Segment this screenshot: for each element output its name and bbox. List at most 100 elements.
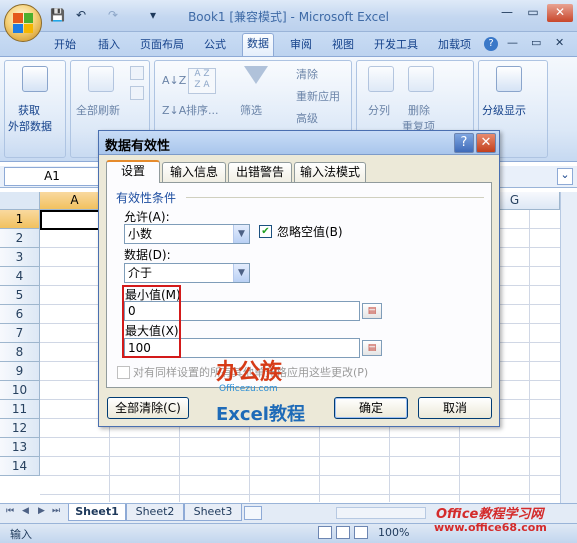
properties-icon[interactable]	[130, 86, 144, 100]
horizontal-scrollbar[interactable]	[336, 507, 426, 519]
filter-icon	[244, 66, 268, 84]
vertical-scrollbar[interactable]	[560, 192, 577, 503]
refresh-icon	[88, 66, 114, 92]
dialog-title: 数据有效性	[105, 139, 171, 154]
clear-button[interactable]: 清除	[296, 66, 318, 82]
sheet-tab-sheet1[interactable]: Sheet1	[68, 504, 126, 521]
tab-add-ins[interactable]: 加载项	[434, 37, 475, 55]
row-header[interactable]: 6	[0, 305, 40, 324]
last-sheet-icon[interactable]: ⏭	[52, 506, 60, 516]
ignore-blank-checkbox[interactable]: ✔	[259, 225, 272, 238]
tab-review[interactable]: 审阅	[286, 37, 316, 55]
advanced-button[interactable]: 高级	[296, 110, 318, 126]
watermark-site-url: www.office68.com	[434, 521, 547, 534]
office-button[interactable]	[4, 4, 42, 42]
clear-all-button[interactable]: 全部清除(C)	[107, 397, 189, 419]
row-header[interactable]: 7	[0, 324, 40, 343]
row-header[interactable]: 12	[0, 419, 40, 438]
select-all-corner[interactable]	[0, 192, 40, 210]
data-select-value: 介于	[128, 266, 153, 280]
reapply-button[interactable]: 重新应用	[296, 88, 340, 104]
zoom-level[interactable]: 100%	[378, 526, 409, 539]
window-title: Book1 [兼容模式] - Microsoft Excel	[188, 10, 389, 24]
row-header[interactable]: 3	[0, 248, 40, 267]
name-box[interactable]: A1	[4, 167, 100, 186]
row-header[interactable]: 2	[0, 229, 40, 248]
expand-formula-bar-icon[interactable]: ⌄	[557, 168, 573, 185]
dialog-help-button[interactable]: ?	[454, 133, 474, 153]
cancel-button[interactable]: 取消	[418, 397, 492, 419]
allow-select-value: 小数	[128, 227, 153, 241]
status-mode: 输入	[10, 528, 32, 541]
ribbon-close-button[interactable]: ✕	[555, 36, 564, 49]
row-header[interactable]: 13	[0, 438, 40, 457]
first-sheet-icon[interactable]: ⏮	[6, 506, 14, 516]
tab-ime-mode[interactable]: 输入法模式	[294, 162, 366, 182]
text-to-columns-icon	[368, 66, 394, 92]
row-header[interactable]: 5	[0, 286, 40, 305]
dialog-close-button[interactable]: ✕	[476, 133, 496, 153]
allow-select[interactable]: 小数	[124, 224, 250, 244]
sort-za-icon[interactable]: Z↓A	[162, 104, 186, 117]
minimize-button[interactable]: —	[494, 4, 520, 22]
collapse-dialog-icon[interactable]: ▤	[362, 303, 382, 319]
sort-az-icon[interactable]: A↓Z	[162, 74, 186, 87]
next-sheet-icon[interactable]: ▶	[38, 506, 45, 516]
ok-button[interactable]: 确定	[334, 397, 408, 419]
row-header[interactable]: 14	[0, 457, 40, 476]
tab-error-alert[interactable]: 出错警告	[228, 162, 292, 182]
tab-settings[interactable]: 设置	[106, 160, 160, 183]
database-icon	[22, 66, 48, 92]
outline-button[interactable]: 分级显示	[482, 102, 526, 118]
row-header[interactable]: 11	[0, 400, 40, 419]
sheet-tab-sheet3[interactable]: Sheet3	[184, 504, 242, 521]
restore-button[interactable]: ▭	[520, 4, 546, 22]
sheet-tab-sheet2[interactable]: Sheet2	[126, 504, 184, 521]
highlight-box	[122, 285, 181, 358]
ribbon-restore-button[interactable]: ▭	[531, 36, 541, 49]
data-select[interactable]: 介于	[124, 263, 250, 283]
filter-button[interactable]: 筛选	[240, 102, 262, 118]
tab-data[interactable]: 数据	[242, 33, 274, 56]
chevron-down-icon[interactable]: ▼	[233, 264, 249, 282]
tab-insert[interactable]: 插入	[94, 37, 124, 55]
row-header[interactable]: 4	[0, 267, 40, 286]
connections-icon[interactable]	[130, 66, 144, 80]
tab-view[interactable]: 视图	[328, 37, 358, 55]
data-label: 数据(D):	[124, 248, 171, 262]
outline-icon	[496, 66, 522, 92]
collapse-dialog-icon[interactable]: ▤	[362, 340, 382, 356]
close-button[interactable]: ✕	[547, 4, 573, 22]
watermark-site-name: Office教程学习网	[436, 507, 544, 522]
tab-developer[interactable]: 开发工具	[370, 37, 422, 55]
apply-all-checkbox[interactable]	[117, 366, 130, 379]
insert-sheet-icon[interactable]	[244, 506, 262, 520]
dialog-title-bar: 数据有效性	[99, 131, 499, 155]
ribbon-minimize-button[interactable]: —	[507, 36, 518, 49]
remove-duplicates-line1[interactable]: 删除	[408, 102, 430, 118]
normal-view-icon[interactable]	[318, 526, 332, 539]
tab-page-layout[interactable]: 页面布局	[136, 37, 188, 55]
help-icon[interactable]: ?	[484, 37, 498, 51]
get-external-data-line1[interactable]: 获取	[18, 102, 40, 118]
text-to-columns-button[interactable]: 分列	[368, 102, 390, 118]
row-header[interactable]: 9	[0, 362, 40, 381]
remove-duplicates-icon	[408, 66, 434, 92]
watermark-brand-url: Officezu.com	[219, 384, 278, 394]
refresh-all-button[interactable]: 全部刷新	[76, 102, 120, 118]
page-layout-view-icon[interactable]	[336, 526, 350, 539]
row-header[interactable]: 1	[0, 210, 40, 229]
allow-label: 允许(A):	[124, 210, 170, 224]
tab-formulas[interactable]: 公式	[200, 37, 230, 55]
page-break-view-icon[interactable]	[354, 526, 368, 539]
section-validation-criteria: 有效性条件	[116, 191, 177, 205]
tab-input-message[interactable]: 输入信息	[162, 162, 226, 182]
row-header[interactable]: 10	[0, 381, 40, 400]
tab-home[interactable]: 开始	[50, 37, 80, 55]
watermark-brand-sub: Excel教程	[216, 404, 305, 425]
prev-sheet-icon[interactable]: ◀	[22, 506, 29, 516]
sort-button[interactable]: 排序...	[186, 102, 219, 118]
get-external-data-line2[interactable]: 外部数据	[8, 118, 52, 134]
chevron-down-icon[interactable]: ▼	[233, 225, 249, 243]
row-header[interactable]: 8	[0, 343, 40, 362]
